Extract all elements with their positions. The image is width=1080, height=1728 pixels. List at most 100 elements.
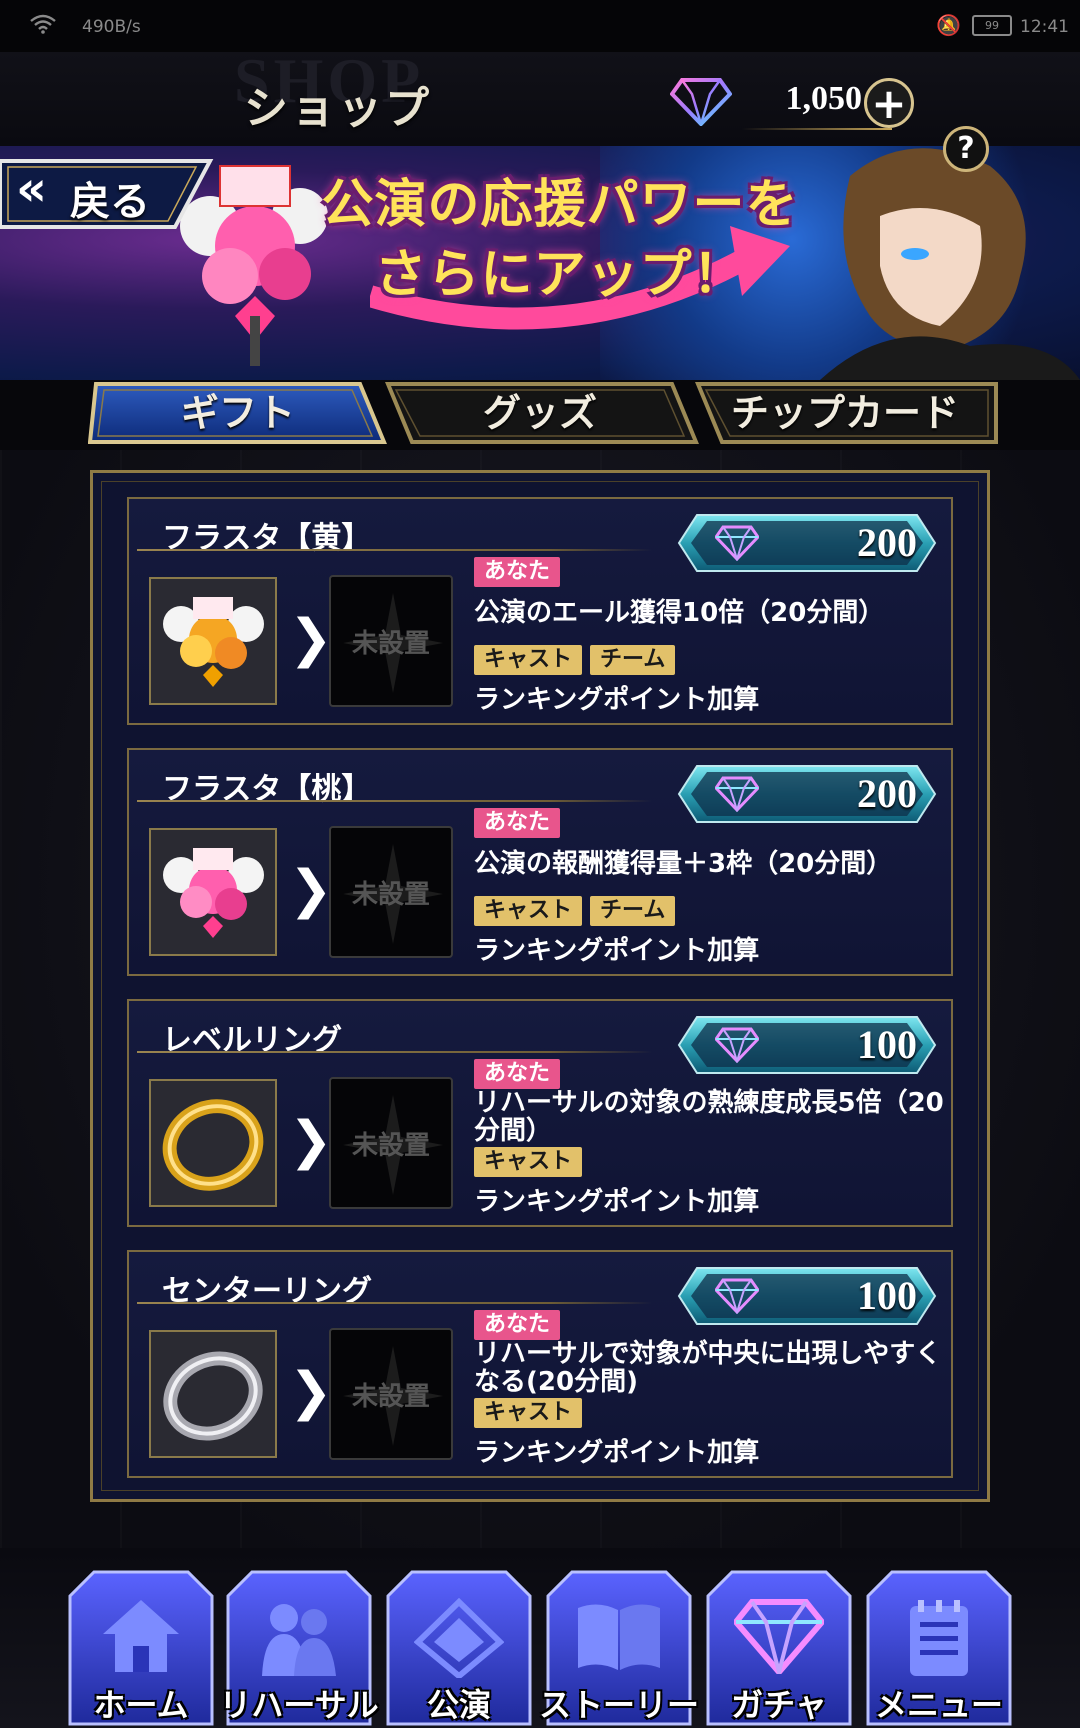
menu-icon xyxy=(864,1598,1014,1682)
tag-team: チーム xyxy=(590,896,676,926)
home-icon xyxy=(66,1598,216,1678)
target-team-tags: キャスト チーム xyxy=(474,645,683,675)
nav-performance[interactable]: 公演 xyxy=(384,1568,534,1728)
gift-bonus: ランキングポイント加算 xyxy=(474,1187,760,1217)
wifi-icon xyxy=(30,14,56,39)
tag-you: あなた xyxy=(474,808,561,838)
target-you-tags: あなた xyxy=(474,1059,568,1089)
nav-story[interactable]: ストーリー xyxy=(539,1568,699,1728)
gift-name-divider xyxy=(137,549,652,551)
target-you-tags: あなた xyxy=(474,1310,568,1340)
chevron-right-icon: ❯ xyxy=(289,860,333,920)
tab-goods-label: グッズ xyxy=(482,391,597,435)
gem-icon xyxy=(669,76,733,130)
gem-underline xyxy=(742,128,892,130)
gem-balance: 1,050 + xyxy=(669,74,920,130)
buy-button[interactable]: 200 xyxy=(677,764,937,824)
banner-headline-line1: 公演の応援パワーを xyxy=(321,175,799,235)
tag-you: あなた xyxy=(474,1059,561,1089)
tag-cast: キャスト xyxy=(474,1398,583,1428)
slot-label: 未設置 xyxy=(351,1382,430,1412)
nav-rehearsal[interactable]: リハーサル xyxy=(219,1568,379,1728)
tab-goods[interactable]: グッズ xyxy=(380,380,700,446)
gift-name-divider xyxy=(137,1051,652,1053)
yellow-flower-stand-icon xyxy=(149,577,277,705)
tag-you: あなた xyxy=(474,557,561,587)
price-value: 100 xyxy=(857,1022,917,1067)
book-icon xyxy=(544,1598,694,1678)
buy-button[interactable]: 200 xyxy=(677,513,937,573)
category-tabs: ギフト グッズ チップカード xyxy=(0,380,1080,450)
gift-name-divider xyxy=(137,800,652,802)
muted-bell-icon: 🔕 xyxy=(936,13,961,37)
empty-slot[interactable]: 未設置 xyxy=(329,826,453,958)
empty-slot[interactable]: 未設置 xyxy=(329,1077,453,1209)
nav-gacha-label: ガチャ xyxy=(731,1686,827,1724)
gem-icon xyxy=(704,1598,854,1680)
tag-cast: キャスト xyxy=(474,1147,583,1177)
help-button[interactable]: ? xyxy=(943,126,989,172)
chevron-right-icon: ❯ xyxy=(289,1111,333,1171)
gold-ring-icon xyxy=(149,1079,277,1207)
chevron-right-icon: ❯ xyxy=(289,1362,333,1422)
target-team-tags: キャスト チーム xyxy=(474,896,683,926)
clock: 12:41 xyxy=(1020,17,1069,37)
tab-gift[interactable]: ギフト xyxy=(88,380,388,446)
gift-effect: 公演の報酬獲得量＋3枠（20分間） xyxy=(474,849,893,879)
tag-cast: キャスト xyxy=(474,645,583,675)
gift-item[interactable]: センターリング 100 ❯ 未設置 あなた リハーサルで対象が中央に出現しやすく… xyxy=(127,1250,953,1478)
nav-menu[interactable]: メニュー xyxy=(864,1568,1014,1728)
page-title: ショップ xyxy=(244,83,432,134)
nav-rehearsal-label: リハーサル xyxy=(219,1686,379,1724)
tab-gift-label: ギフト xyxy=(180,391,295,435)
price-value: 100 xyxy=(857,1273,917,1318)
slot-label: 未設置 xyxy=(351,629,430,659)
slot-label: 未設置 xyxy=(351,880,430,910)
back-button[interactable]: « 戻る xyxy=(0,157,215,231)
empty-slot[interactable]: 未設置 xyxy=(329,1328,453,1460)
target-team-tags: キャスト xyxy=(474,1147,590,1177)
character-portrait xyxy=(820,148,1080,380)
target-you-tags: あなた xyxy=(474,808,568,838)
gift-effect: 公演のエール獲得10倍（20分間） xyxy=(474,598,885,628)
target-you-tags: あなた xyxy=(474,557,568,587)
target-team-tags: キャスト xyxy=(474,1398,590,1428)
network-speed: 490B/s xyxy=(82,17,141,37)
nav-home-label: ホーム xyxy=(93,1686,189,1724)
gift-bonus: ランキングポイント加算 xyxy=(474,1438,760,1468)
tab-chip-card[interactable]: チップカード xyxy=(690,380,1000,446)
banner-headline: 公演の応援パワーを さらにアップ！ xyxy=(300,170,820,310)
gift-item[interactable]: フラスタ【黄】 200 ❯ 未設置 あなた 公演のエール獲得10倍（20分間） … xyxy=(127,497,953,725)
tag-you: あなた xyxy=(474,1310,561,1340)
gift-item[interactable]: レベルリング 100 ❯ 未設置 あなた リハーサルの対象の熟練度成長5倍（20… xyxy=(127,999,953,1227)
nav-menu-label: メニュー xyxy=(874,1686,1003,1724)
gift-effect: リハーサルで対象が中央に出現しやすくなる(20分間) xyxy=(474,1339,942,1397)
nav-home[interactable]: ホーム xyxy=(66,1568,216,1728)
add-gems-button[interactable]: + xyxy=(864,78,914,128)
tag-team: チーム xyxy=(590,645,676,675)
price-value: 200 xyxy=(857,520,917,565)
gift-item[interactable]: フラスタ【桃】 200 ❯ 未設置 あなた 公演の報酬獲得量＋3枠（20分間） … xyxy=(127,748,953,976)
double-chevron-left-icon: « xyxy=(16,161,48,217)
gift-bonus: ランキングポイント加算 xyxy=(474,685,760,715)
tab-chip-card-label: チップカード xyxy=(730,391,959,435)
buy-button[interactable]: 100 xyxy=(677,1266,937,1326)
rehearsal-icon xyxy=(224,1598,374,1682)
nav-gacha[interactable]: ガチャ xyxy=(704,1568,854,1728)
price-value: 200 xyxy=(857,771,917,816)
status-bar: 490B/s 🔕 99 12:41 xyxy=(0,0,1080,52)
gem-amount: 1,050 xyxy=(785,80,863,117)
gift-name-divider xyxy=(137,1302,652,1304)
slot-label: 未設置 xyxy=(351,1131,430,1161)
shop-header: SHOP ショップ 1,050 + xyxy=(0,45,1080,146)
stage-icon xyxy=(384,1597,534,1682)
nav-performance-label: 公演 xyxy=(426,1686,491,1724)
empty-slot[interactable]: 未設置 xyxy=(329,575,453,707)
gift-effect: リハーサルの対象の熟練度成長5倍（20分間） xyxy=(474,1088,944,1146)
back-label: 戻る xyxy=(70,179,150,225)
nav-story-label: ストーリー xyxy=(538,1686,699,1724)
chevron-right-icon: ❯ xyxy=(289,609,333,669)
silver-ring-icon xyxy=(149,1330,277,1458)
pink-flower-stand-icon xyxy=(149,828,277,956)
buy-button[interactable]: 100 xyxy=(677,1015,937,1075)
